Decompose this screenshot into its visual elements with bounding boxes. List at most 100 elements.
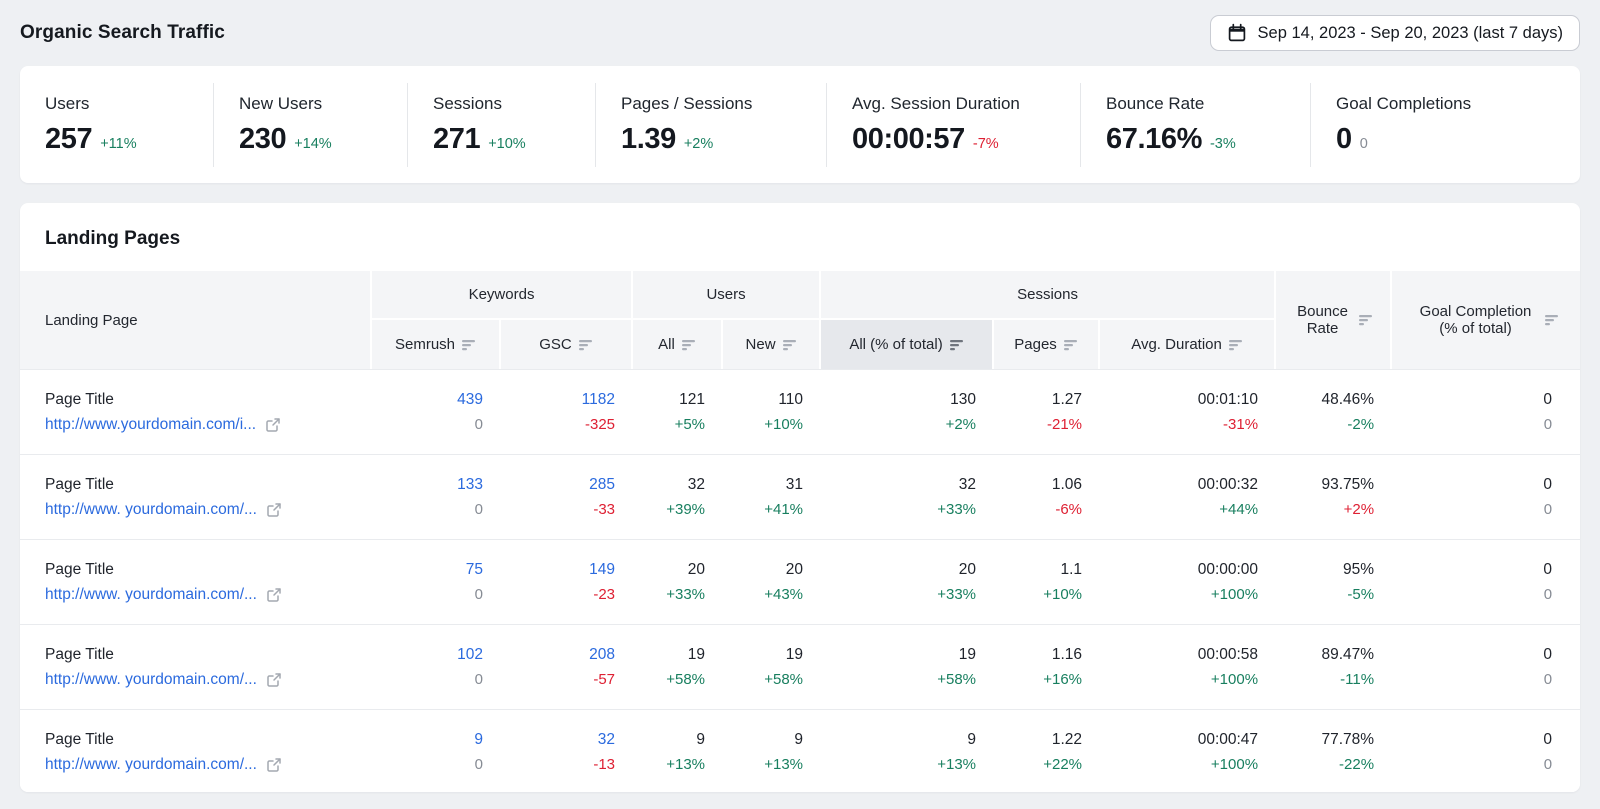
- cell-users-all: 121 +5%: [631, 369, 721, 454]
- column-header-sessions-all[interactable]: All (% of total): [819, 318, 992, 369]
- page-title-text: Page Title: [45, 561, 370, 579]
- stat-cell: Sessions 271 +10%: [407, 83, 595, 167]
- cell-avg-duration: 00:01:10 -31%: [1098, 369, 1274, 454]
- metric-delta: +100%: [1098, 586, 1258, 603]
- metric-value: 93.75%: [1274, 476, 1374, 494]
- semrush-keywords-link[interactable]: 133: [370, 476, 483, 494]
- metric-delta: 0: [1390, 671, 1552, 688]
- cell-pages: 1.27 -21%: [992, 369, 1098, 454]
- cell-avg-duration: 00:00:47 +100%: [1098, 709, 1274, 792]
- stat-label: Sessions: [433, 94, 595, 114]
- cell-goal-completion: 0 0: [1390, 624, 1580, 709]
- sort-icon: [579, 339, 593, 351]
- landing-page-link[interactable]: http://www. yourdomain.com/...: [45, 756, 257, 774]
- stat-delta: -7%: [973, 136, 999, 152]
- metric-value: 0: [1390, 646, 1552, 664]
- metric-value: 19: [721, 646, 803, 664]
- external-link-icon[interactable]: [266, 757, 282, 773]
- gsc-keywords-link[interactable]: 285: [499, 476, 615, 494]
- semrush-keywords-link[interactable]: 439: [370, 391, 483, 409]
- metric-delta: 0: [370, 756, 483, 773]
- cell-landing-page: Page Title http://www. yourdomain.com/..…: [20, 624, 370, 709]
- metric-delta: +58%: [721, 671, 803, 688]
- metric-value: 32: [819, 476, 976, 494]
- metric-value: 00:00:32: [1098, 476, 1258, 494]
- cell-sessions-all: 9 +13%: [819, 709, 992, 792]
- metric-delta: +10%: [992, 586, 1082, 603]
- gsc-keywords-link[interactable]: 149: [499, 561, 615, 579]
- sort-icon: [950, 339, 964, 351]
- cell-semrush: 9 0: [370, 709, 499, 792]
- table-row: Page Title http://www. yourdomain.com/..…: [20, 454, 1580, 539]
- column-header-gsc[interactable]: GSC: [499, 318, 631, 369]
- cell-landing-page: Page Title http://www. yourdomain.com/..…: [20, 539, 370, 624]
- metric-delta: -57: [499, 671, 615, 688]
- metric-delta: +33%: [631, 586, 705, 603]
- metric-delta: +43%: [721, 586, 803, 603]
- date-range-picker[interactable]: Sep 14, 2023 - Sep 20, 2023 (last 7 days…: [1210, 15, 1580, 51]
- external-link-icon[interactable]: [266, 587, 282, 603]
- metric-delta: -6%: [992, 501, 1082, 518]
- landing-page-link[interactable]: http://www. yourdomain.com/...: [45, 501, 257, 519]
- cell-gsc: 285 -33: [499, 454, 631, 539]
- stat-value: 1.39: [621, 123, 676, 156]
- metric-value: 19: [819, 646, 976, 664]
- column-label: Bounce Rate: [1294, 303, 1352, 337]
- column-label: All (% of total): [849, 336, 942, 353]
- gsc-keywords-link[interactable]: 32: [499, 731, 615, 749]
- cell-sessions-all: 19 +58%: [819, 624, 992, 709]
- cell-goal-completion: 0 0: [1390, 539, 1580, 624]
- metric-delta: 0: [370, 671, 483, 688]
- cell-gsc: 149 -23: [499, 539, 631, 624]
- landing-page-link[interactable]: http://www. yourdomain.com/...: [45, 671, 257, 689]
- metric-delta: +5%: [631, 416, 705, 433]
- column-header-pages[interactable]: Pages: [992, 318, 1098, 369]
- cell-gsc: 208 -57: [499, 624, 631, 709]
- column-header-bounce-rate[interactable]: Bounce Rate: [1274, 271, 1390, 369]
- metric-value: 77.78%: [1274, 731, 1374, 749]
- metric-value: 1.27: [992, 391, 1082, 409]
- column-header-users-new[interactable]: New: [721, 318, 819, 369]
- external-link-icon[interactable]: [266, 502, 282, 518]
- landing-page-link[interactable]: http://www. yourdomain.com/...: [45, 586, 257, 604]
- semrush-keywords-link[interactable]: 75: [370, 561, 483, 579]
- column-label: All: [658, 336, 675, 353]
- cell-semrush: 133 0: [370, 454, 499, 539]
- organic-search-traffic-page: Organic Search Traffic Sep 14, 2023 - Se…: [0, 0, 1600, 792]
- metric-delta: -325: [499, 416, 615, 433]
- external-link-icon[interactable]: [266, 672, 282, 688]
- metric-delta: +2%: [819, 416, 976, 433]
- stat-cell: Avg. Session Duration 00:00:57 -7%: [826, 83, 1080, 167]
- metric-value: 130: [819, 391, 976, 409]
- metric-delta: -23: [499, 586, 615, 603]
- stat-value: 00:00:57: [852, 123, 965, 156]
- cell-users-new: 20 +43%: [721, 539, 819, 624]
- metric-value: 1.06: [992, 476, 1082, 494]
- stat-value: 0: [1336, 123, 1352, 156]
- column-header-semrush[interactable]: Semrush: [370, 318, 499, 369]
- gsc-keywords-link[interactable]: 1182: [499, 391, 615, 409]
- cell-sessions-all: 130 +2%: [819, 369, 992, 454]
- table-row: Page Title http://www. yourdomain.com/..…: [20, 624, 1580, 709]
- column-header-users-all[interactable]: All: [631, 318, 721, 369]
- semrush-keywords-link[interactable]: 9: [370, 731, 483, 749]
- metric-delta: +44%: [1098, 501, 1258, 518]
- cell-semrush: 102 0: [370, 624, 499, 709]
- landing-page-link[interactable]: http://www.yourdomain.com/i...: [45, 416, 256, 434]
- column-header-goal-completion[interactable]: Goal Completion (% of total): [1390, 271, 1580, 369]
- metric-value: 19: [631, 646, 705, 664]
- metric-value: 9: [631, 731, 705, 749]
- landing-pages-card: Landing Pages Landing Page Keywords User…: [20, 203, 1580, 792]
- cell-goal-completion: 0 0: [1390, 709, 1580, 792]
- gsc-keywords-link[interactable]: 208: [499, 646, 615, 664]
- cell-semrush: 75 0: [370, 539, 499, 624]
- external-link-icon[interactable]: [265, 417, 281, 433]
- cell-landing-page: Page Title http://www. yourdomain.com/..…: [20, 709, 370, 792]
- metric-value: 89.47%: [1274, 646, 1374, 664]
- column-header-avg-duration[interactable]: Avg. Duration: [1098, 318, 1274, 369]
- semrush-keywords-link[interactable]: 102: [370, 646, 483, 664]
- calendar-icon: [1227, 23, 1247, 43]
- cell-gsc: 1182 -325: [499, 369, 631, 454]
- metric-delta: +100%: [1098, 671, 1258, 688]
- column-label: Avg. Duration: [1131, 336, 1222, 353]
